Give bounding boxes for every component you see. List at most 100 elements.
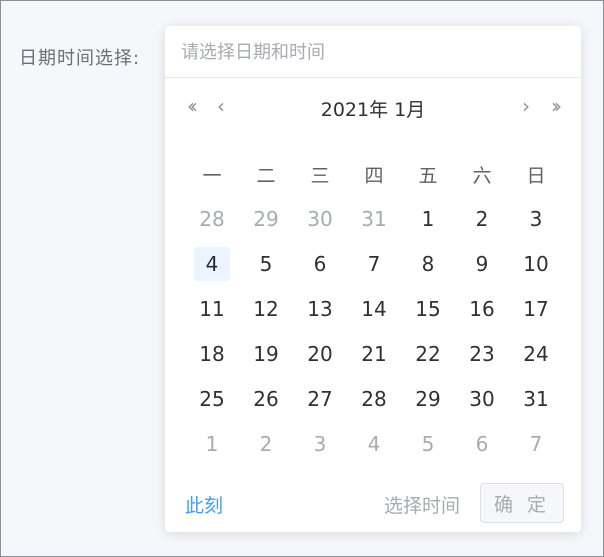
calendar-day-number: 29 bbox=[415, 386, 441, 411]
calendar-day[interactable]: 7 bbox=[347, 241, 401, 286]
double-chevron-left-icon[interactable]: ‹‹ bbox=[181, 92, 203, 120]
now-link[interactable]: 此刻 bbox=[185, 491, 223, 518]
weekday-header-row: 一 二 三 四 五 六 日 bbox=[185, 152, 563, 196]
calendar-day[interactable]: 6 bbox=[293, 241, 347, 286]
calendar-day[interactable]: 1 bbox=[401, 196, 455, 241]
calendar-day-number: 31 bbox=[361, 206, 387, 231]
year-label[interactable]: 2021年 bbox=[321, 99, 388, 121]
calendar-day-number: 17 bbox=[523, 296, 549, 321]
calendar-day[interactable]: 29 bbox=[401, 376, 455, 421]
calendar-day-number: 21 bbox=[361, 341, 387, 366]
calendar-day[interactable]: 11 bbox=[185, 286, 239, 331]
calendar-day[interactable]: 3 bbox=[509, 196, 563, 241]
form-label: 日期时间选择: bbox=[19, 48, 141, 69]
calendar-day-number: 3 bbox=[529, 206, 543, 231]
calendar-day[interactable]: 21 bbox=[347, 331, 401, 376]
calendar-day[interactable]: 12 bbox=[239, 286, 293, 331]
calendar-week-row: 4 5 6 7 8 9 10 bbox=[185, 241, 563, 286]
calendar-day[interactable]: 27 bbox=[293, 376, 347, 421]
calendar-day-number: 1 bbox=[205, 431, 219, 456]
calendar-day-number: 14 bbox=[361, 296, 387, 321]
calendar-day[interactable]: 18 bbox=[185, 331, 239, 376]
calendar-day-number: 11 bbox=[199, 296, 225, 321]
chevron-left-icon[interactable]: ‹ bbox=[210, 92, 232, 120]
calendar-day-number: 30 bbox=[469, 386, 495, 411]
calendar-day[interactable]: 30 bbox=[293, 196, 347, 241]
calendar-day[interactable]: 24 bbox=[509, 331, 563, 376]
calendar-day-number: 5 bbox=[421, 431, 435, 456]
calendar-day[interactable]: 14 bbox=[347, 286, 401, 331]
calendar-day-number: 5 bbox=[259, 251, 273, 276]
calendar-day[interactable]: 5 bbox=[401, 421, 455, 466]
double-chevron-right-icon[interactable]: ›› bbox=[545, 92, 567, 120]
calendar-day-number: 12 bbox=[253, 296, 279, 321]
calendar-day-number: 4 bbox=[367, 431, 381, 456]
calendar-header-title: 2021年 1月 bbox=[290, 95, 456, 122]
calendar-day[interactable]: 7 bbox=[509, 421, 563, 466]
calendar-day-number: 6 bbox=[475, 431, 489, 456]
calendar-day[interactable]: 17 bbox=[509, 286, 563, 331]
calendar-day-number: 22 bbox=[415, 341, 441, 366]
weekday-sat: 六 bbox=[472, 164, 492, 187]
calendar-day[interactable]: 29 bbox=[239, 196, 293, 241]
weekday-thu: 四 bbox=[364, 164, 384, 187]
calendar-day-number: 8 bbox=[421, 251, 435, 276]
weekday-tue: 二 bbox=[256, 164, 276, 187]
calendar-day-number: 9 bbox=[475, 251, 489, 276]
chevron-right-icon[interactable]: › bbox=[515, 92, 537, 120]
calendar-day[interactable]: 10 bbox=[509, 241, 563, 286]
calendar-day-number: 30 bbox=[307, 206, 333, 231]
calendar-day-number: 20 bbox=[307, 341, 333, 366]
calendar-day[interactable]: 26 bbox=[239, 376, 293, 421]
calendar-day-number: 26 bbox=[253, 386, 279, 411]
weekday-mon: 一 bbox=[202, 164, 222, 187]
weekday-fri: 五 bbox=[418, 164, 438, 187]
calendar-day-number: 25 bbox=[199, 386, 225, 411]
calendar-day[interactable]: 28 bbox=[185, 196, 239, 241]
calendar-day[interactable]: 2 bbox=[455, 196, 509, 241]
calendar-day-number: 28 bbox=[199, 206, 225, 231]
datetime-input[interactable] bbox=[181, 38, 541, 66]
month-label[interactable]: 1月 bbox=[394, 99, 425, 121]
calendar-day[interactable]: 9 bbox=[455, 241, 509, 286]
calendar-day[interactable]: 28 bbox=[347, 376, 401, 421]
calendar-day-number: 3 bbox=[313, 431, 327, 456]
calendar-day-selected[interactable]: 4 bbox=[185, 241, 239, 286]
calendar-day-number: 10 bbox=[523, 251, 549, 276]
calendar-day[interactable]: 13 bbox=[293, 286, 347, 331]
weekday-wed: 三 bbox=[310, 164, 330, 187]
calendar-day[interactable]: 3 bbox=[293, 421, 347, 466]
calendar-day[interactable]: 19 bbox=[239, 331, 293, 376]
calendar-day[interactable]: 6 bbox=[455, 421, 509, 466]
calendar-day-number: 1 bbox=[421, 206, 435, 231]
calendar-day-number: 2 bbox=[475, 206, 489, 231]
calendar-day-number: 23 bbox=[469, 341, 495, 366]
calendar-day-number: 2 bbox=[259, 431, 273, 456]
calendar-day[interactable]: 22 bbox=[401, 331, 455, 376]
calendar-day-number: 31 bbox=[523, 386, 549, 411]
calendar-day[interactable]: 1 bbox=[185, 421, 239, 466]
calendar-day[interactable]: 31 bbox=[347, 196, 401, 241]
calendar-day-number: 18 bbox=[199, 341, 225, 366]
calendar-week-row: 1 2 3 4 5 6 7 bbox=[185, 421, 563, 466]
calendar-day[interactable]: 20 bbox=[293, 331, 347, 376]
calendar-day-number: 29 bbox=[253, 206, 279, 231]
calendar-day-number: 13 bbox=[307, 296, 333, 321]
calendar-day[interactable]: 8 bbox=[401, 241, 455, 286]
calendar-day[interactable]: 4 bbox=[347, 421, 401, 466]
confirm-button[interactable]: 确 定 bbox=[480, 483, 564, 523]
calendar-day-number: 7 bbox=[367, 251, 381, 276]
calendar-day-number: 7 bbox=[529, 431, 543, 456]
calendar-day[interactable]: 2 bbox=[239, 421, 293, 466]
calendar-day[interactable]: 5 bbox=[239, 241, 293, 286]
weekday-sun: 日 bbox=[526, 164, 546, 187]
calendar-day[interactable]: 15 bbox=[401, 286, 455, 331]
calendar-day[interactable]: 31 bbox=[509, 376, 563, 421]
day-rows: 28 29 30 31 1 2 3 4 5 6 7 8 9 10 11 12 13 14 15 16 17 18 19 20 2… bbox=[185, 196, 563, 466]
calendar-day-number: 6 bbox=[313, 251, 327, 276]
calendar-day[interactable]: 25 bbox=[185, 376, 239, 421]
calendar-day[interactable]: 23 bbox=[455, 331, 509, 376]
select-time-link[interactable]: 选择时间 bbox=[384, 491, 460, 518]
calendar-day[interactable]: 16 bbox=[455, 286, 509, 331]
calendar-day[interactable]: 30 bbox=[455, 376, 509, 421]
